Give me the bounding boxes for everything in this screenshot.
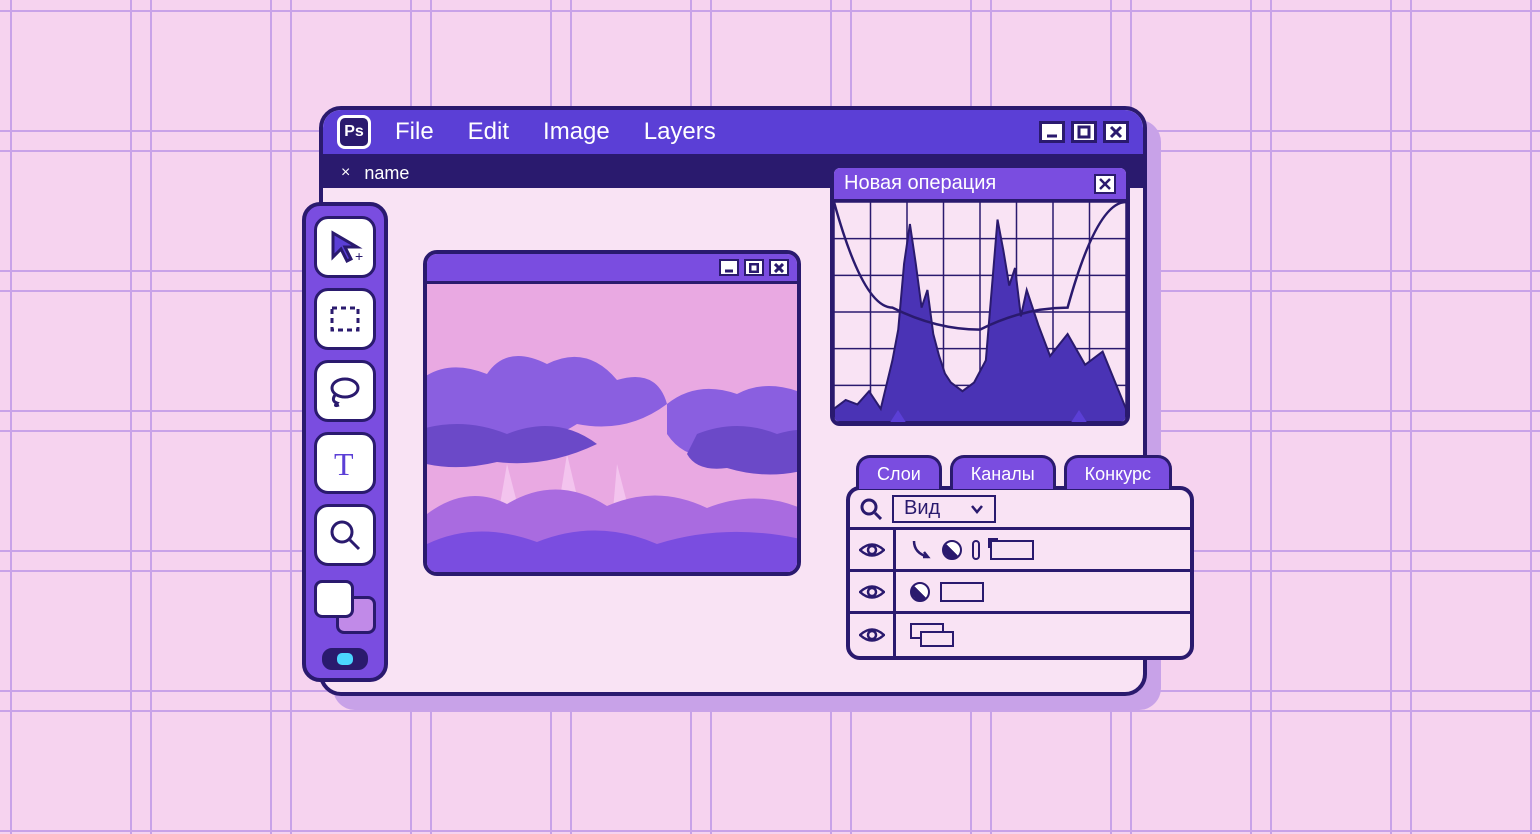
svg-text:T: T xyxy=(334,446,354,481)
lasso-tool[interactable] xyxy=(314,360,376,422)
move-tool[interactable]: + xyxy=(314,216,376,278)
shadow-slider[interactable] xyxy=(889,410,907,424)
canvas-window xyxy=(423,250,801,576)
quickmask-toggle[interactable] xyxy=(322,648,368,670)
link-icon xyxy=(972,540,980,560)
menu-image[interactable]: Image xyxy=(543,118,610,146)
adjustment-icon xyxy=(938,535,966,563)
layer-row[interactable] xyxy=(850,614,1190,656)
curves-icon xyxy=(910,539,932,561)
quickmask-icon xyxy=(337,653,353,665)
titlebar: Ps File Edit Image Layers xyxy=(323,110,1143,158)
layers-body: Вид xyxy=(846,486,1194,660)
canvas-titlebar xyxy=(427,254,797,284)
tab-layers[interactable]: Слои xyxy=(856,455,942,489)
menu-file[interactable]: File xyxy=(395,118,434,146)
panel-tabs: Слои Каналы Конкурс xyxy=(846,452,1194,486)
menu-layers[interactable]: Layers xyxy=(644,118,716,146)
adjustment-icon xyxy=(906,577,934,605)
layer-content xyxy=(896,539,1034,561)
view-label: Вид xyxy=(904,497,940,520)
canvas-maximize-button[interactable] xyxy=(744,259,764,276)
marquee-tool[interactable] xyxy=(314,288,376,350)
foreground-swatch[interactable] xyxy=(314,580,354,618)
tab-close-icon[interactable]: × xyxy=(341,164,350,182)
svg-text:+: + xyxy=(355,248,363,264)
histogram-chart[interactable] xyxy=(834,202,1126,422)
canvas-minimize-button[interactable] xyxy=(719,259,739,276)
search-icon xyxy=(860,498,882,520)
document-tab-name[interactable]: name xyxy=(364,163,409,184)
histogram-titlebar: Новая операция xyxy=(834,168,1126,202)
toolbar: + T xyxy=(302,202,388,682)
canvas-image[interactable] xyxy=(427,284,797,572)
layers-panel: Слои Каналы Конкурс Вид xyxy=(846,452,1194,660)
layer-row[interactable] xyxy=(850,530,1190,572)
color-swatches[interactable] xyxy=(314,580,376,634)
visibility-toggle[interactable] xyxy=(850,614,896,656)
layer-thumbnail xyxy=(990,540,1034,560)
canvas-close-button[interactable] xyxy=(769,259,789,276)
minimize-button[interactable] xyxy=(1039,121,1065,143)
window-controls xyxy=(1039,121,1129,143)
zoom-tool[interactable] xyxy=(314,504,376,566)
layer-thumbnail xyxy=(940,582,984,602)
menu-edit[interactable]: Edit xyxy=(468,118,509,146)
visibility-toggle[interactable] xyxy=(850,530,896,569)
histogram-title: Новая операция xyxy=(844,172,996,195)
histogram-close-button[interactable] xyxy=(1094,174,1116,194)
layer-content xyxy=(896,623,954,647)
visibility-toggle[interactable] xyxy=(850,572,896,611)
tab-channels[interactable]: Каналы xyxy=(950,455,1056,489)
maximize-button[interactable] xyxy=(1071,121,1097,143)
layer-thumbnail xyxy=(910,623,954,647)
chevron-down-icon xyxy=(970,497,984,520)
view-select[interactable]: Вид xyxy=(892,495,996,523)
highlight-slider[interactable] xyxy=(1070,410,1088,424)
layer-content xyxy=(896,582,984,602)
text-tool[interactable]: T xyxy=(314,432,376,494)
app-badge: Ps xyxy=(337,115,371,149)
close-button[interactable] xyxy=(1103,121,1129,143)
tab-contest[interactable]: Конкурс xyxy=(1064,455,1172,489)
layers-filter-row: Вид xyxy=(850,490,1190,530)
layer-row[interactable] xyxy=(850,572,1190,614)
histogram-panel: Новая операция xyxy=(830,164,1130,426)
